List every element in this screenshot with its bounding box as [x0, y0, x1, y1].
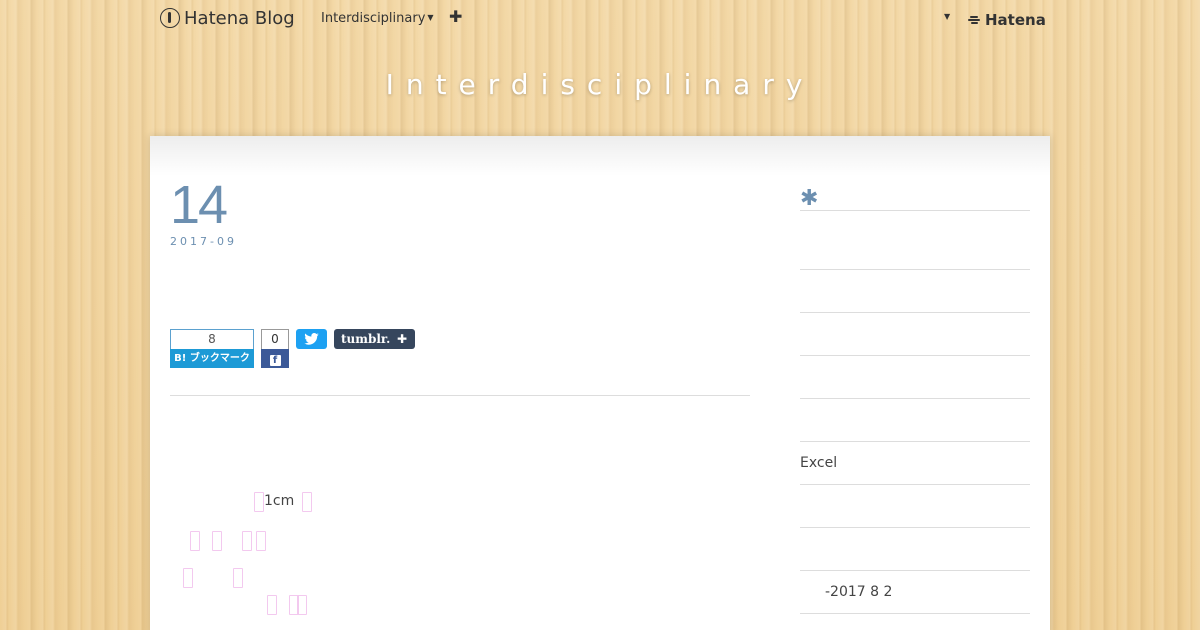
missing-glyph	[256, 531, 266, 551]
missing-glyph	[297, 595, 307, 615]
facebook-share-count: 0	[261, 329, 289, 349]
caret-down-icon: ▼	[427, 13, 434, 22]
entry-text-measure: 1cm	[264, 493, 295, 509]
add-icon[interactable]: ✚	[449, 7, 462, 26]
content-card: 14 2017-09 8 B! ブックマーク 0 f tumblr. ✚ 1cm	[150, 136, 1050, 630]
sidebar-item[interactable]	[800, 270, 1030, 313]
blog-switcher[interactable]: Interdisciplinary ▼	[321, 11, 434, 26]
tumblr-share-button[interactable]: tumblr. ✚	[334, 329, 415, 349]
missing-glyph	[183, 568, 193, 588]
facebook-share-button[interactable]: 0 f	[261, 329, 289, 368]
hatena-bookmark-count: 8	[170, 329, 254, 349]
facebook-icon: f	[269, 355, 281, 366]
entry-divider	[170, 395, 750, 396]
hatena-blog-logo-text: Hatena Blog	[184, 7, 295, 29]
hatena-pen-icon	[160, 8, 180, 28]
blog-title[interactable]: Interdisciplinary	[0, 68, 1200, 101]
hatena-logo-text: Hatena	[985, 11, 1046, 29]
sidebar-item[interactable]	[800, 399, 1030, 442]
sidebar-item[interactable]	[800, 528, 1030, 571]
sidebar-item[interactable]	[800, 313, 1030, 356]
sidebar-item-date[interactable]: -2017 8 2	[800, 571, 1030, 614]
sidebar-item[interactable]	[800, 211, 1030, 270]
sidebar: ✱ Excel -2017 8 2	[800, 186, 1030, 614]
blog-switcher-label: Interdisciplinary	[321, 11, 426, 26]
entry-date-year-month: 2017-09	[170, 235, 237, 248]
hatena-logo[interactable]: Hatena	[968, 11, 1046, 29]
twitter-share-button[interactable]	[296, 329, 327, 349]
sidebar-item-excel[interactable]: Excel	[800, 442, 1030, 485]
missing-glyph	[242, 531, 252, 551]
entry-date-day: 14	[170, 175, 228, 235]
missing-glyph	[190, 531, 200, 551]
missing-glyph	[254, 492, 264, 512]
user-menu-caret-icon[interactable]: ▼	[944, 12, 950, 21]
missing-glyph	[233, 568, 243, 588]
missing-glyph	[267, 595, 277, 615]
hatena-blog-logo[interactable]: Hatena Blog	[160, 7, 295, 29]
asterisk-icon: ✱	[800, 186, 819, 211]
sidebar-item[interactable]	[800, 356, 1030, 399]
sidebar-item[interactable]	[800, 485, 1030, 528]
plus-icon: ✚	[396, 332, 407, 346]
hatena-bookmark-label: B! ブックマーク	[170, 349, 254, 368]
sidebar-module-header: ✱	[800, 186, 1030, 211]
missing-glyph	[302, 492, 312, 512]
missing-glyph	[212, 531, 222, 551]
hatena-mark-icon	[968, 15, 982, 25]
global-header: Hatena Blog Interdisciplinary ▼ ✚ ▼ Haten…	[0, 0, 1200, 38]
tumblr-label: tumblr.	[341, 332, 391, 346]
hatena-bookmark-button[interactable]: 8 B! ブックマーク	[170, 329, 254, 368]
twitter-bird-icon	[304, 333, 319, 345]
